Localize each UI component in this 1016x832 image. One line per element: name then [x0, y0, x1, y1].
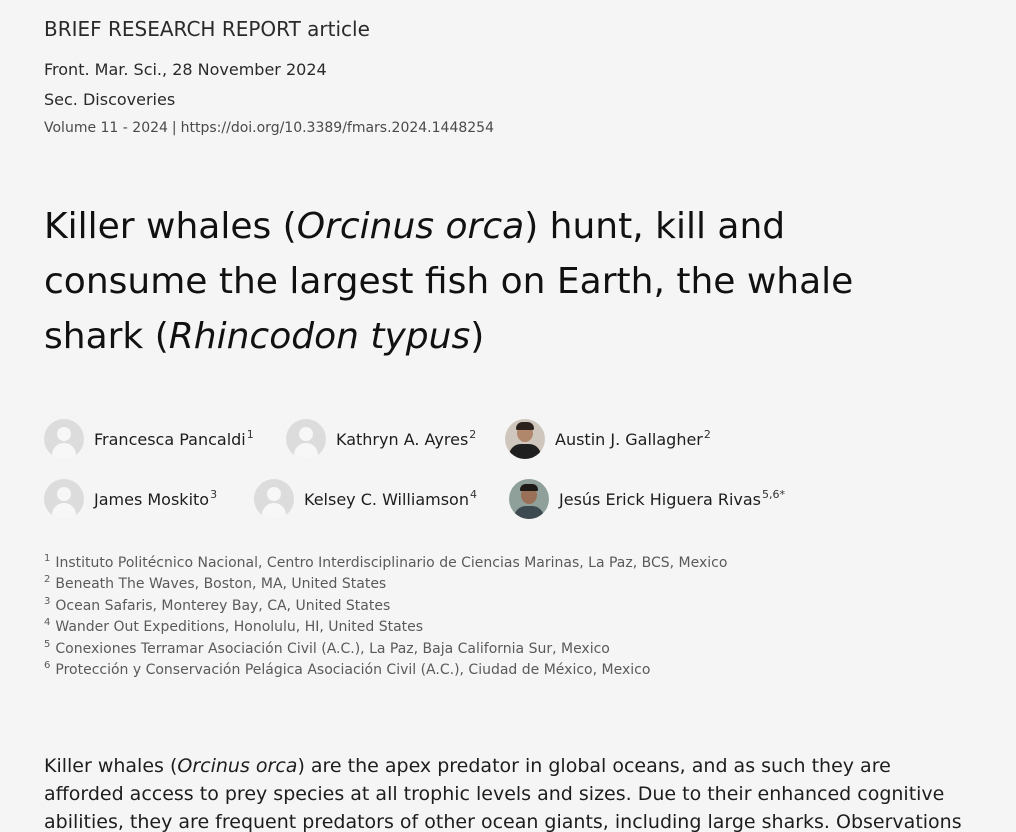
title-species-orca: Orcinus orca [296, 206, 525, 247]
affiliation-text: Wander Out Expeditions, Honolulu, HI, Un… [55, 619, 424, 636]
author-affiliation-number: 3 [210, 487, 218, 501]
separator: | [171, 120, 177, 136]
affiliation-number: 4 [44, 617, 51, 629]
affiliation-text: Instituto Politécnico Nacional, Centro I… [55, 555, 728, 571]
author-affiliation-number: 4 [469, 487, 477, 501]
author-jesus-higuera-rivas[interactable]: Jesús Erick Higuera Rivas5,6* [509, 479, 785, 519]
abstract-text: Killer whales ( [44, 755, 178, 777]
affiliation-item: 5 Conexiones Terramar Asociación Civil (A… [44, 639, 727, 660]
avatar-placeholder-icon [44, 479, 84, 519]
affiliation-number: 2 [44, 574, 51, 586]
author-affiliation-number: 1 [246, 427, 254, 441]
affiliation-item: 3 Ocean Safaris, Monterey Bay, CA, United… [44, 596, 727, 617]
author-kathryn-ayres[interactable]: Kathryn A. Ayres2 [286, 419, 476, 459]
author-name: Jesús Erick Higuera Rivas [559, 489, 761, 509]
author-name: Kelsey C. Williamson [304, 489, 469, 509]
avatar-placeholder-icon [286, 419, 326, 459]
affiliation-item: 2 Beneath The Waves, Boston, MA, United S… [44, 574, 727, 595]
journal-date: Front. Mar. Sci., 28 November 2024 [44, 60, 327, 79]
avatar-placeholder-icon [254, 479, 294, 519]
avatar-photo [509, 479, 549, 519]
avatar-photo [505, 419, 545, 459]
affiliation-number: 6 [44, 660, 51, 672]
affiliation-text: Protección y Conservación Pelágica Asoci… [55, 662, 651, 679]
affiliation-number: 3 [44, 595, 51, 607]
affiliation-item: 1 Instituto Politécnico Nacional, Centro … [44, 553, 727, 574]
abstract-paragraph: Killer whales (Orcinus orca) are the ape… [44, 752, 974, 832]
author-affiliation-number: 5,6* [762, 487, 785, 501]
abstract-species-orca: Orcinus orca [177, 755, 298, 777]
title-text: ) [470, 316, 485, 357]
article-page: BRIEF RESEARCH REPORT article Front. Mar… [0, 0, 1016, 832]
section-link[interactable]: Sec. Discoveries [44, 90, 175, 109]
author-james-moskito[interactable]: James Moskito3 [44, 479, 217, 519]
author-name: James Moskito [94, 489, 210, 509]
affiliation-text: Conexiones Terramar Asociación Civil (A.… [55, 640, 610, 657]
affiliation-item: 6 Protección y Conservación Pelágica Asoc… [44, 660, 727, 681]
affiliations-list: 1 Instituto Politécnico Nacional, Centro … [44, 553, 727, 681]
title-species-rhincodon: Rhincodon typus [168, 316, 471, 357]
author-affiliation-number: 2 [469, 427, 477, 441]
author-name: Kathryn A. Ayres [336, 429, 469, 449]
avatar-placeholder-icon [44, 419, 84, 459]
article-title: Killer whales (Orcinus orca) hunt, kill … [44, 199, 944, 364]
article-type: BRIEF RESEARCH REPORT article [44, 17, 370, 41]
affiliation-item: 4 Wander Out Expeditions, Honolulu, HI, U… [44, 617, 727, 638]
affiliation-text: Ocean Safaris, Monterey Bay, CA, United … [55, 597, 391, 614]
volume-doi-line: Volume 11 - 2024 | https://doi.org/10.3389… [44, 120, 494, 136]
volume-info: Volume 11 - 2024 [44, 120, 168, 136]
title-text: Killer whales ( [44, 206, 297, 247]
author-austin-gallagher[interactable]: Austin J. Gallagher2 [505, 419, 711, 459]
affiliation-text: Beneath The Waves, Boston, MA, United St… [55, 576, 387, 593]
author-affiliation-number: 2 [703, 427, 711, 441]
author-kelsey-williamson[interactable]: Kelsey C. Williamson4 [254, 479, 477, 519]
author-name: Francesca Pancaldi [94, 429, 246, 449]
affiliation-number: 1 [44, 553, 51, 564]
author-francesca-pancaldi[interactable]: Francesca Pancaldi1 [44, 419, 254, 459]
doi-link[interactable]: https://doi.org/10.3389/fmars.2024.14482… [181, 120, 494, 136]
affiliation-number: 5 [44, 638, 51, 650]
author-name: Austin J. Gallagher [555, 429, 703, 449]
